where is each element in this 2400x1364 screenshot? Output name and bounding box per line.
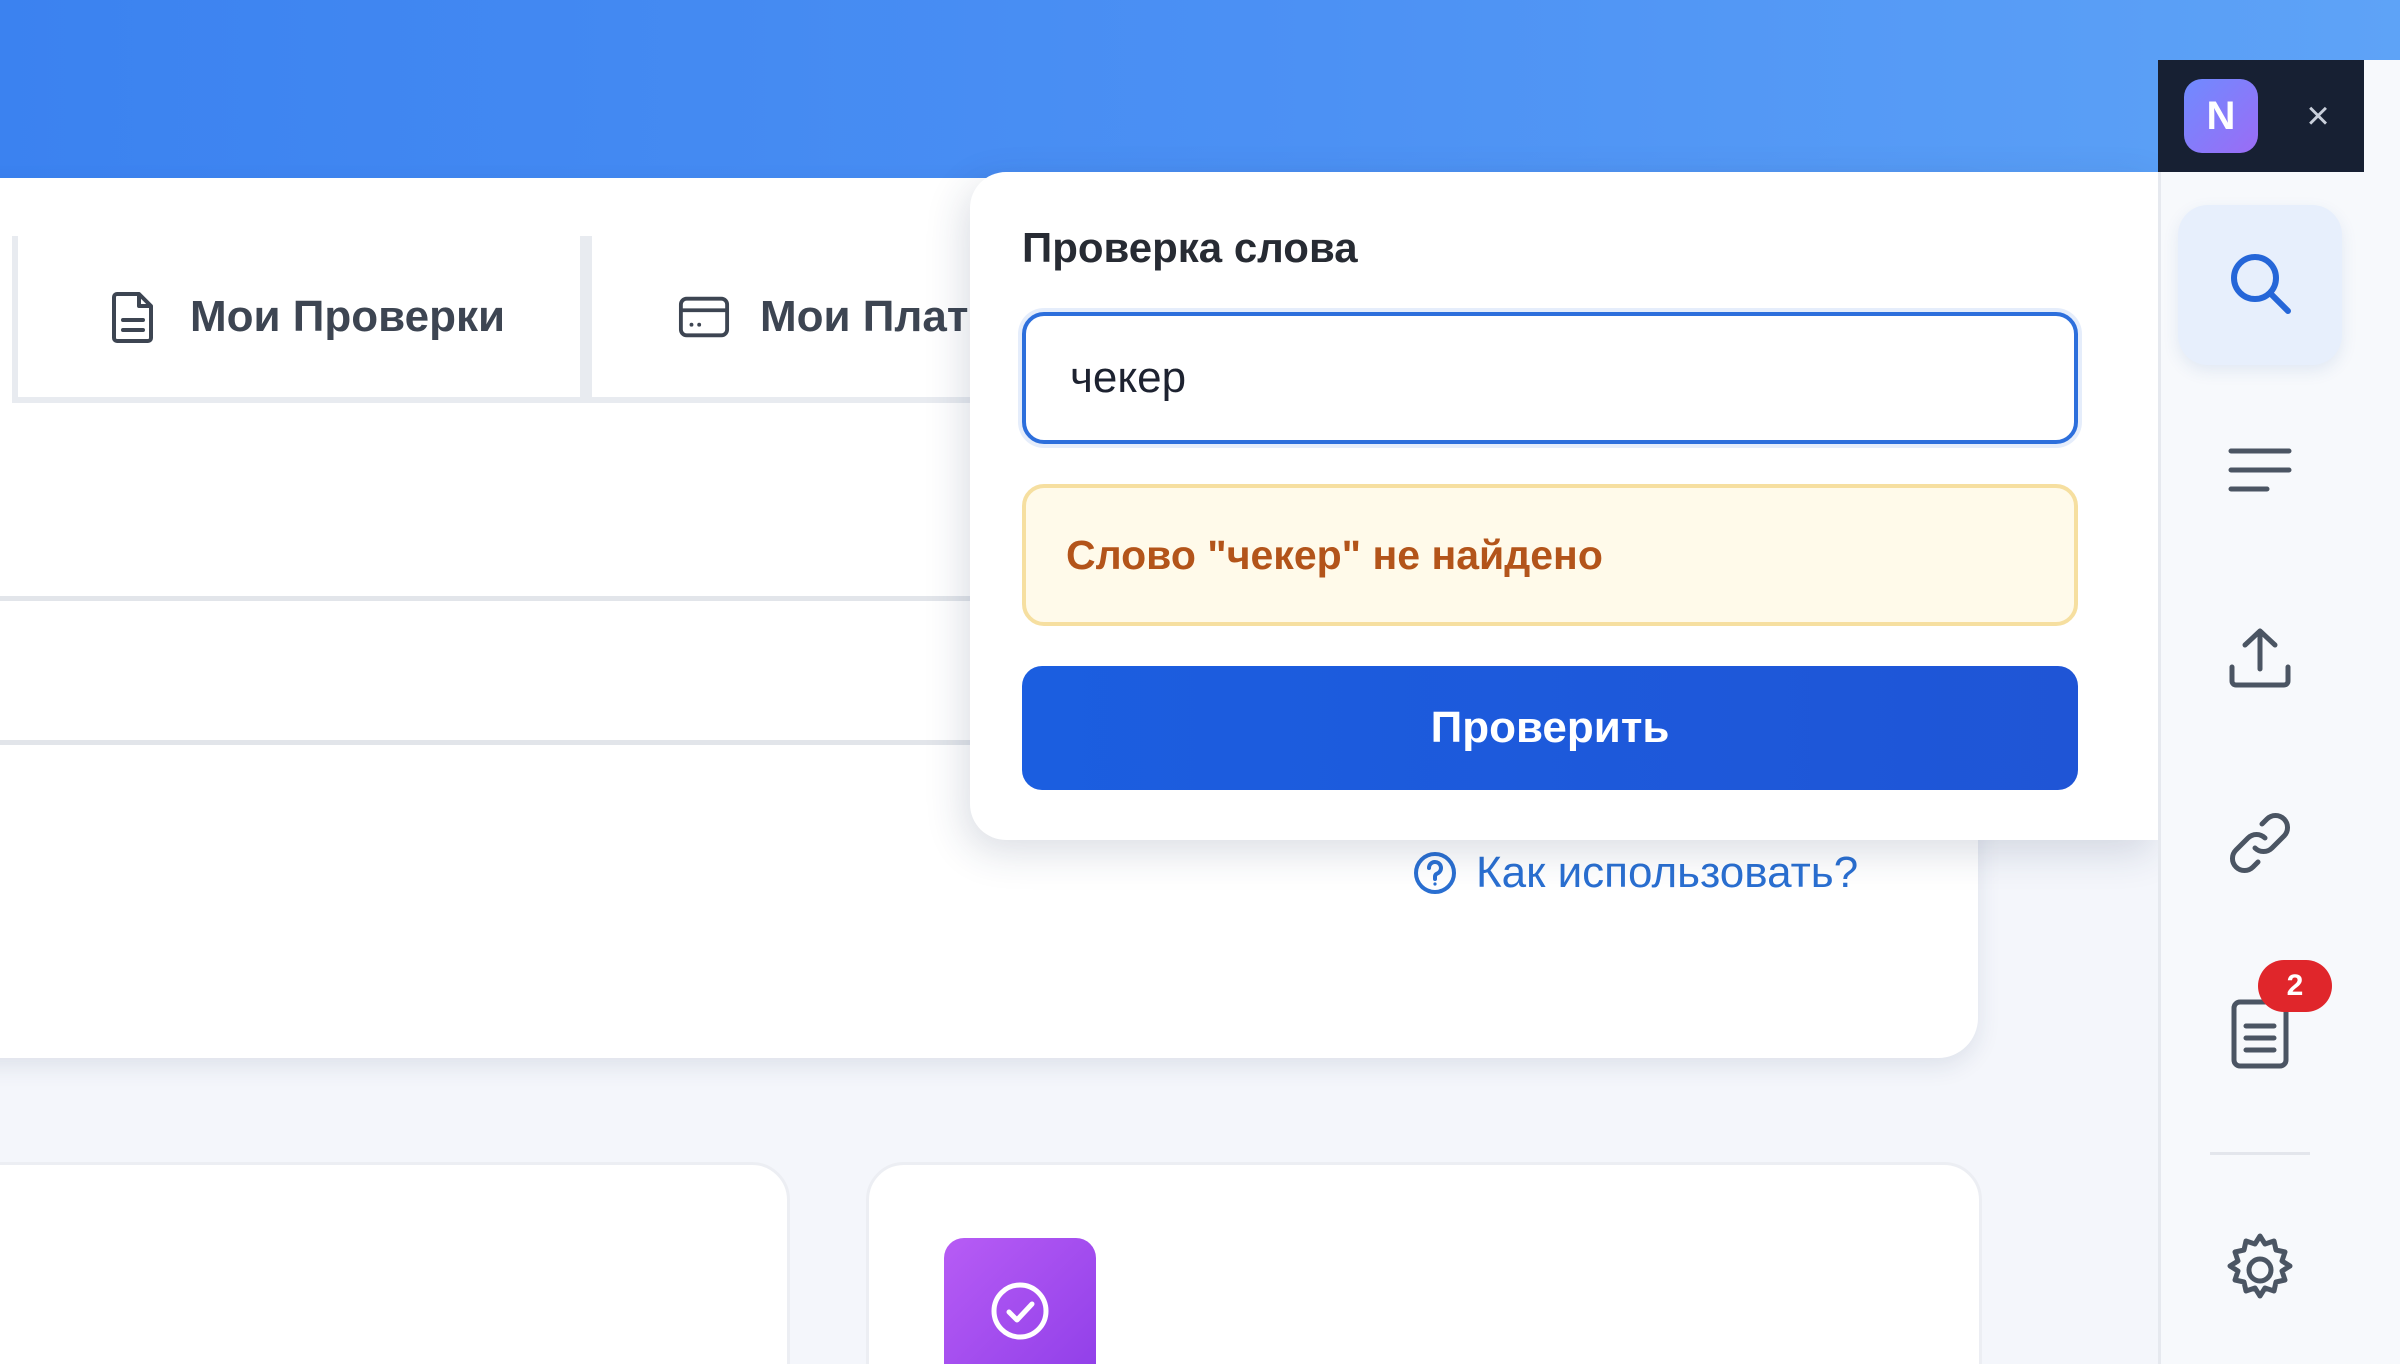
- sidebar-item-settings[interactable]: [2178, 1192, 2342, 1352]
- sidebar-divider: [2210, 1152, 2310, 1155]
- divider: [0, 740, 990, 745]
- how-to-use-link[interactable]: Как использовать?: [1412, 848, 1858, 898]
- header-band: [0, 0, 2400, 178]
- search-icon: [2226, 249, 2294, 322]
- tab-my-payments[interactable]: Мои Плат: [586, 236, 1006, 403]
- not-found-alert: Слово "чекер" не найдено: [1022, 484, 2078, 626]
- check-button[interactable]: Проверить: [1022, 666, 2078, 790]
- close-button[interactable]: ×: [2298, 93, 2338, 138]
- avatar[interactable]: N: [2184, 79, 2258, 153]
- menu-lines-icon: [2227, 445, 2293, 500]
- link-icon: [2224, 807, 2296, 884]
- sidebar-item-link[interactable]: [2178, 765, 2342, 925]
- sidebar-item-search[interactable]: [2178, 205, 2342, 365]
- word-input[interactable]: [1022, 312, 2078, 444]
- how-to-use-label: Как использовать?: [1476, 848, 1859, 897]
- check-circle-icon: [988, 1279, 1052, 1348]
- card-icon: [678, 291, 730, 343]
- sidebar-item-menu[interactable]: [2178, 392, 2342, 552]
- tab-my-payments-label: Мои Плат: [760, 291, 969, 341]
- bottom-card: [0, 1162, 790, 1364]
- page: Мои Проверки Мои Плат Как использовать?: [0, 0, 2400, 1364]
- close-icon: ×: [2306, 93, 2330, 138]
- tab-my-checks-label: Мои Проверки: [190, 291, 506, 341]
- question-circle-icon: [1412, 850, 1458, 896]
- sidebar-top-bar: N ×: [2158, 60, 2364, 172]
- document-icon: [108, 291, 160, 343]
- tab-my-checks[interactable]: Мои Проверки: [12, 236, 586, 403]
- popup-title: Проверка слова: [1022, 224, 1358, 271]
- notification-badge: 2: [2258, 960, 2332, 1012]
- alert-text: Слово "чекер" не найдено: [1066, 531, 1603, 578]
- word-check-popup: Проверка слова Слово "чекер" не найдено …: [970, 172, 2158, 840]
- check-tile: [944, 1238, 1096, 1364]
- sidebar-item-upload[interactable]: [2178, 580, 2342, 740]
- upload-icon: [2227, 625, 2293, 696]
- divider: [0, 596, 990, 601]
- gear-icon: [2222, 1232, 2298, 1313]
